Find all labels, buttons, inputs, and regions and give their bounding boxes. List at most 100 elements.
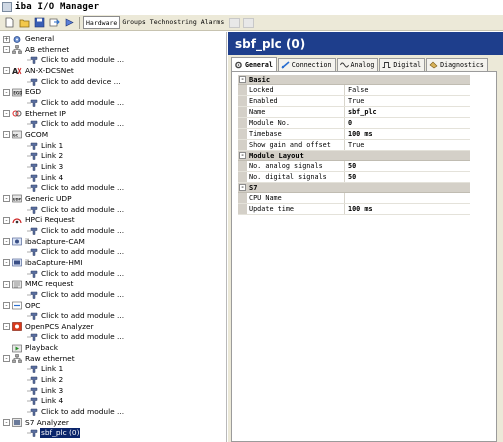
collapse-icon[interactable]: -: [3, 419, 10, 427]
property-row[interactable]: No. analog signals 50: [238, 161, 470, 172]
tab-general[interactable]: General: [231, 57, 277, 71]
new-icon[interactable]: [3, 17, 16, 29]
property-value[interactable]: sbf_plc: [345, 107, 470, 117]
tree-node-gcom[interactable]: - GC GCOM: [3, 130, 49, 140]
property-row[interactable]: CPU Name: [238, 193, 470, 204]
property-row[interactable]: Update time 100 ms: [238, 204, 470, 215]
tree-node-ab-ethernet[interactable]: - AB ethernet: [3, 45, 70, 55]
tab-alarms[interactable]: Alarms: [199, 16, 226, 29]
collapse-icon[interactable]: -: [239, 184, 246, 191]
open-icon[interactable]: [18, 17, 31, 29]
property-value[interactable]: 50: [345, 161, 470, 171]
mmc-icon: [12, 280, 22, 289]
property-value[interactable]: True: [345, 96, 470, 106]
tree-item-click-to-add-device[interactable]: Click to add device ...: [27, 77, 122, 87]
property-category[interactable]: - Basic: [238, 75, 470, 85]
collapse-icon[interactable]: -: [3, 238, 10, 246]
export-icon[interactable]: [63, 17, 76, 29]
property-row[interactable]: Name sbf_plc: [238, 107, 470, 118]
property-value[interactable]: [345, 193, 470, 203]
tree-item-selected-module[interactable]: sbf_plc (0): [27, 428, 81, 439]
tree-node-ibacapture-hmi[interactable]: - ibaCapture-HMI: [3, 258, 83, 268]
tree-node-opc[interactable]: - OPC: [3, 301, 41, 311]
tree-item-link-1[interactable]: Link 1: [27, 364, 64, 374]
category-label: S7: [249, 183, 258, 192]
tab-digital[interactable]: Digital: [379, 58, 426, 71]
tree-node-egd[interactable]: - EGD EGD: [3, 87, 42, 97]
tree-item-click-to-add-module[interactable]: Click to add module ...: [27, 290, 125, 300]
property-row[interactable]: Show gain and offset True: [238, 140, 470, 151]
collapse-icon[interactable]: -: [3, 355, 10, 363]
collapse-icon[interactable]: -: [3, 259, 10, 267]
tab-connection[interactable]: Connection: [277, 58, 336, 71]
tree-item-link-4[interactable]: Link 4: [27, 173, 64, 183]
collapse-icon[interactable]: -: [3, 110, 10, 118]
gear-icon: [12, 35, 22, 44]
property-category[interactable]: - Module Layout: [238, 151, 470, 161]
property-category[interactable]: - S7: [238, 183, 470, 193]
tree-node-raw-ethernet[interactable]: - Raw ethernet: [3, 354, 76, 364]
tree-item-link-1[interactable]: Link 1: [27, 141, 64, 151]
tree-node-s7-analyzer[interactable]: - S7 Analyzer: [3, 418, 70, 428]
collapse-icon[interactable]: -: [239, 76, 246, 83]
property-row[interactable]: No. digital signals 50: [238, 172, 470, 183]
property-value[interactable]: 100 ms: [345, 129, 470, 139]
collapse-icon[interactable]: -: [3, 88, 10, 96]
tree-item-label: Generic UDP: [25, 193, 72, 203]
tree-node-ethernet-ip[interactable]: - Ethernet IP: [3, 109, 67, 119]
tab-analog[interactable]: Analog: [336, 58, 379, 71]
tree-item-link-3[interactable]: Link 3: [27, 162, 64, 172]
property-value[interactable]: 50: [345, 172, 470, 182]
tree-item-link-3[interactable]: Link 3: [27, 386, 64, 396]
collapse-icon[interactable]: -: [3, 67, 10, 75]
tree-node-generic-udp[interactable]: - UDP Generic UDP: [3, 194, 73, 204]
tree-item-click-to-add-module[interactable]: Click to add module ...: [27, 332, 125, 342]
tree-node-ibacapture-cam[interactable]: - ibaCapture-CAM: [3, 237, 86, 247]
tree-node-playback[interactable]: Playback: [3, 343, 59, 353]
collapse-icon[interactable]: -: [3, 216, 10, 224]
tree-node-general[interactable]: + General: [3, 34, 55, 44]
property-row[interactable]: Timebase 100 ms: [238, 129, 470, 140]
tree-item-click-to-add-module[interactable]: Click to add module ...: [27, 183, 125, 193]
property-value[interactable]: True: [345, 140, 470, 150]
property-value[interactable]: 100 ms: [345, 204, 470, 214]
tree-item-click-to-add-module[interactable]: Click to add module ...: [27, 98, 125, 108]
hardware-tree[interactable]: + General - AB ethernet Click to add module …: [0, 32, 227, 442]
tree-item-click-to-add-module[interactable]: Click to add module ...: [27, 55, 125, 65]
property-value[interactable]: False: [345, 85, 470, 95]
tree-item-click-to-add-module[interactable]: Click to add module ...: [27, 269, 125, 279]
import-icon[interactable]: [48, 17, 61, 29]
tab-diagnostics[interactable]: Diagnostics: [426, 58, 488, 71]
tree-item-link-2[interactable]: Link 2: [27, 151, 64, 161]
tree-item-click-to-add-module[interactable]: Click to add module ...: [27, 226, 125, 236]
tree-item-click-to-add-module[interactable]: Click to add module ...: [27, 119, 125, 129]
tree-node-an-x-dcsnet[interactable]: - A AN-X-DCSNet: [3, 66, 75, 76]
tree-item-link-4[interactable]: Link 4: [27, 396, 64, 406]
tree-node-openpcs-analyzer[interactable]: - OpenPCS Analyzer: [3, 322, 95, 332]
tab-technostring[interactable]: Technostring: [148, 16, 199, 29]
module-icon: [27, 387, 38, 395]
property-value[interactable]: 0: [345, 118, 470, 128]
tree-item-link-2[interactable]: Link 2: [27, 375, 64, 385]
tree-node-mmc-request[interactable]: - MMC request: [3, 279, 74, 289]
property-row[interactable]: Enabled True: [238, 96, 470, 107]
tree-item-click-to-add-module[interactable]: Click to add module ...: [27, 407, 125, 417]
tree-node-hpci-request[interactable]: - HPCi Request: [3, 215, 76, 225]
collapse-icon[interactable]: -: [3, 46, 10, 54]
tab-hardware[interactable]: Hardware: [83, 16, 121, 29]
collapse-icon[interactable]: -: [3, 323, 10, 331]
tree-item-label: Link 3: [41, 385, 64, 395]
collapse-icon[interactable]: -: [3, 195, 10, 203]
property-row[interactable]: Locked False: [238, 85, 470, 96]
tab-groups[interactable]: Groups: [120, 16, 147, 29]
property-row[interactable]: Module No. 0: [238, 118, 470, 129]
collapse-icon[interactable]: -: [3, 302, 10, 309]
collapse-icon[interactable]: -: [3, 280, 10, 288]
tree-item-click-to-add-module[interactable]: Click to add module ...: [27, 247, 125, 257]
save-icon[interactable]: [33, 17, 46, 29]
expand-icon[interactable]: +: [3, 35, 10, 43]
tree-item-click-to-add-module[interactable]: Click to add module ...: [27, 311, 125, 321]
collapse-icon[interactable]: -: [239, 152, 246, 159]
tree-item-click-to-add-module[interactable]: Click to add module ...: [27, 205, 125, 215]
collapse-icon[interactable]: -: [3, 131, 10, 139]
